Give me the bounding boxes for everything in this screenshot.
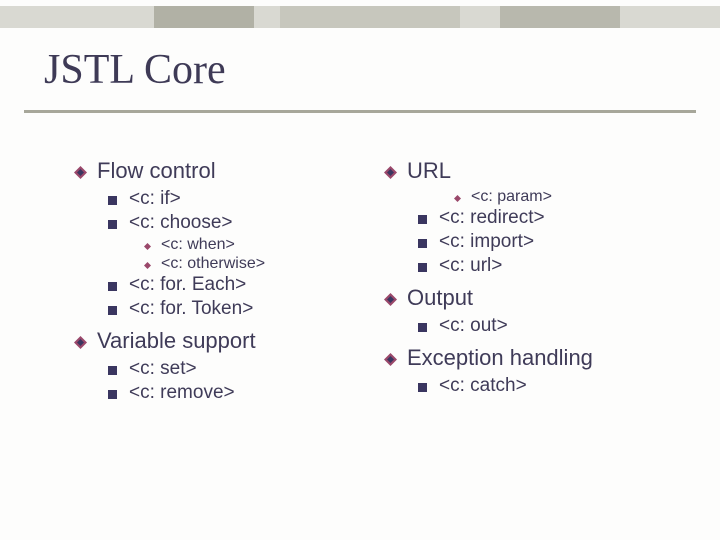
list-subitem: <c: when>: [144, 236, 384, 254]
square-icon: [418, 215, 427, 224]
section-heading-exception-handling: Exception handling: [384, 345, 664, 371]
right-column: URL <c: param> <c: redirect> <c: import>…: [384, 158, 664, 406]
list-item: <c: for. Each>: [108, 274, 384, 296]
square-icon: [418, 263, 427, 272]
section-heading-url: URL: [384, 158, 664, 184]
section-heading-label: Flow control: [97, 158, 216, 184]
list-item-label: <c: import>: [439, 231, 534, 253]
diamond-icon: [384, 293, 397, 306]
list-subitem-label: <c: param>: [471, 188, 552, 206]
list-item-label: <c: for. Token>: [129, 298, 253, 320]
list-item-label: <c: choose>: [129, 212, 233, 234]
section-heading-label: Output: [407, 285, 473, 311]
list-item: <c: if>: [108, 188, 384, 210]
square-icon: [418, 383, 427, 392]
slide-title: JSTL Core: [44, 46, 226, 94]
slide: JSTL Core Flow control <c: if> <c: choos…: [0, 0, 720, 540]
square-icon: [108, 220, 117, 229]
list-subitem: <c: param>: [454, 188, 664, 206]
section-heading-flow-control: Flow control: [74, 158, 384, 184]
list-item-label: <c: redirect>: [439, 207, 545, 229]
list-item: <c: choose>: [108, 212, 384, 234]
content-area: Flow control <c: if> <c: choose> <c: whe…: [74, 158, 664, 406]
list-item: <c: remove>: [108, 382, 384, 404]
list-item: <c: import>: [418, 231, 664, 253]
diamond-icon: [384, 353, 397, 366]
diamond-icon: [74, 166, 87, 179]
list-item-label: <c: if>: [129, 188, 181, 210]
list-item-label: <c: set>: [129, 358, 197, 380]
list-item: <c: for. Token>: [108, 298, 384, 320]
section-heading-label: URL: [407, 158, 451, 184]
list-item-label: <c: out>: [439, 315, 508, 337]
square-icon: [418, 239, 427, 248]
diamond-icon: [384, 166, 397, 179]
list-subitem-label: <c: when>: [161, 236, 235, 254]
square-icon: [418, 323, 427, 332]
diamond-icon: [74, 336, 87, 349]
list-item: <c: catch>: [418, 375, 664, 397]
dot-icon: [144, 243, 151, 250]
dot-icon: [454, 195, 461, 202]
title-underline: [24, 110, 696, 113]
list-item: <c: set>: [108, 358, 384, 380]
square-icon: [108, 282, 117, 291]
list-subitem: <c: otherwise>: [144, 255, 384, 273]
section-heading-output: Output: [384, 285, 664, 311]
square-icon: [108, 366, 117, 375]
dot-icon: [144, 262, 151, 269]
list-subitem-label: <c: otherwise>: [161, 255, 265, 273]
list-item: <c: url>: [418, 255, 664, 277]
left-column: Flow control <c: if> <c: choose> <c: whe…: [74, 158, 384, 406]
list-item: <c: redirect>: [418, 207, 664, 229]
list-item-label: <c: catch>: [439, 375, 527, 397]
section-heading-label: Exception handling: [407, 345, 593, 371]
list-item-label: <c: for. Each>: [129, 274, 246, 296]
square-icon: [108, 306, 117, 315]
list-item-label: <c: url>: [439, 255, 502, 277]
section-heading-variable-support: Variable support: [74, 328, 384, 354]
section-heading-label: Variable support: [97, 328, 256, 354]
list-item-label: <c: remove>: [129, 382, 235, 404]
list-item: <c: out>: [418, 315, 664, 337]
square-icon: [108, 390, 117, 399]
header-decoration: [0, 6, 720, 28]
square-icon: [108, 196, 117, 205]
